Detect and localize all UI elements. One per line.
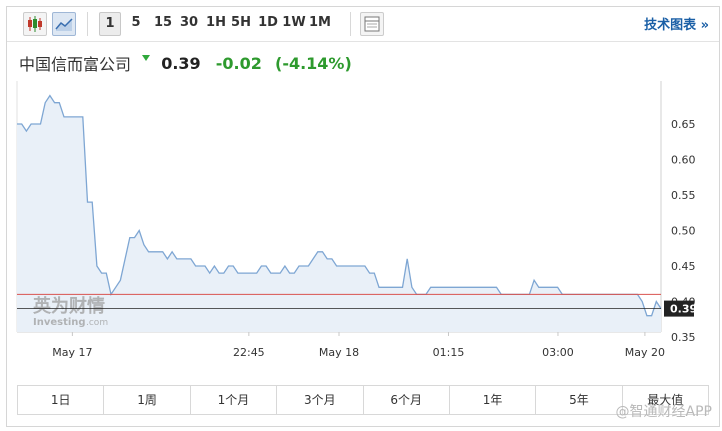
y-tick-label: 0.55 bbox=[671, 189, 696, 202]
y-tick-label: 0.35 bbox=[671, 331, 696, 344]
x-tick-label: 22:45 bbox=[233, 346, 265, 359]
period-button-6[interactable]: 5年 bbox=[536, 386, 623, 414]
y-tick-label: 0.60 bbox=[671, 154, 696, 167]
investing-logo-cn: 英为财情 bbox=[32, 295, 105, 317]
chart-widget: 1 5 15 30 1H 5H 1D 1W 1M 技术图表 » 中国信而富公司 0.39 -0.… bbox=[6, 6, 720, 427]
investing-logo-com: .com bbox=[86, 318, 108, 328]
x-tick-label: May 17 bbox=[52, 346, 92, 359]
price-chart[interactable]: 英为财情Investing.com0.650.600.550.500.450.4… bbox=[7, 7, 719, 377]
period-button-0[interactable]: 1日 bbox=[18, 386, 105, 414]
y-tick-label: 0.45 bbox=[671, 260, 696, 273]
x-tick-label: 03:00 bbox=[542, 346, 574, 359]
period-button-5[interactable]: 1年 bbox=[450, 386, 537, 414]
x-tick-label: May 18 bbox=[319, 346, 359, 359]
x-tick-label: May 20 bbox=[625, 346, 665, 359]
y-tick-label: 0.65 bbox=[671, 118, 696, 131]
x-tick-label: 01:15 bbox=[433, 346, 465, 359]
last-price-label: 0.39 bbox=[670, 303, 697, 316]
investing-logo-en: Investing bbox=[33, 317, 86, 328]
period-selector: 1日 1周 1个月 3个月 6个月 1年 5年 最大值 bbox=[17, 385, 709, 415]
area-fill bbox=[17, 95, 661, 332]
period-button-4[interactable]: 6个月 bbox=[364, 386, 450, 414]
period-button-1[interactable]: 1周 bbox=[104, 386, 191, 414]
period-button-3[interactable]: 3个月 bbox=[277, 386, 364, 414]
period-button-2[interactable]: 1个月 bbox=[191, 386, 278, 414]
watermark-text: @智通财经APP bbox=[615, 404, 712, 420]
y-tick-label: 0.50 bbox=[671, 225, 696, 238]
